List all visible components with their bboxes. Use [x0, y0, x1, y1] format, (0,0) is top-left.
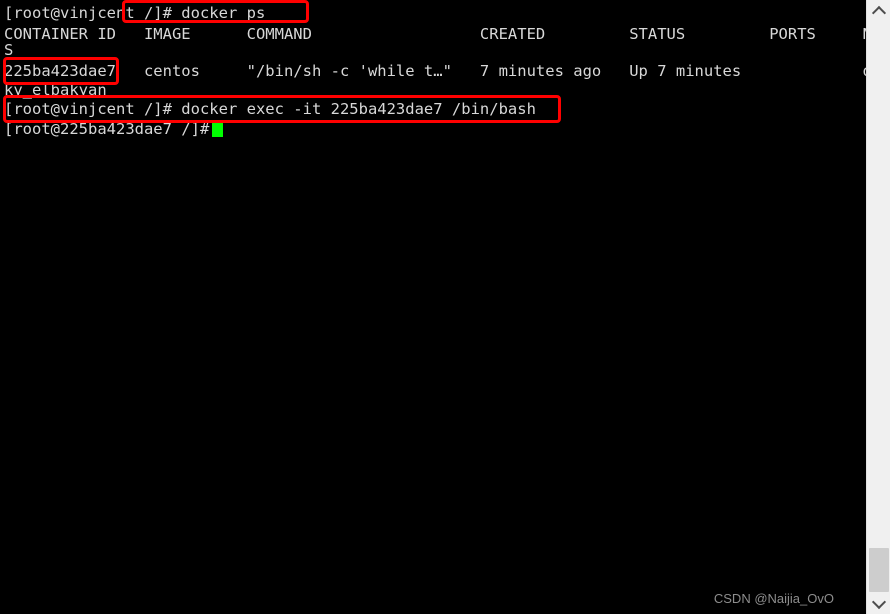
vertical-scrollbar[interactable] — [866, 0, 890, 614]
terminal-line: [root@vinjcent /]# docker exec -it 225ba… — [4, 100, 536, 118]
terminal-line: CONTAINER ID IMAGE COMMAND CREATED STATU… — [4, 25, 866, 43]
terminal-line: [root@225ba423dae7 /]# — [4, 120, 210, 138]
chevron-down-icon[interactable] — [867, 592, 890, 614]
chevron-up-icon[interactable] — [867, 0, 890, 22]
chevron-down-glyph — [871, 594, 887, 609]
terminal-line: S — [4, 41, 14, 59]
block-cursor — [212, 122, 223, 137]
chevron-up-glyph — [871, 5, 887, 20]
scrollbar-thumb[interactable] — [869, 548, 889, 592]
terminal-window: [root@vinjcent /]# docker ps CONTAINER I… — [0, 0, 890, 614]
scrollbar-track[interactable] — [867, 22, 890, 592]
terminal-line: 225ba423dae7 centos "/bin/sh -c 'while t… — [4, 62, 866, 80]
watermark: CSDN @Naijia_OvO — [713, 591, 834, 606]
terminal-line: [root@vinjcent /]# docker ps — [4, 4, 266, 22]
terminal-output-area[interactable]: [root@vinjcent /]# docker ps CONTAINER I… — [0, 0, 866, 614]
terminal-line: ky_elbakyan — [4, 81, 107, 99]
